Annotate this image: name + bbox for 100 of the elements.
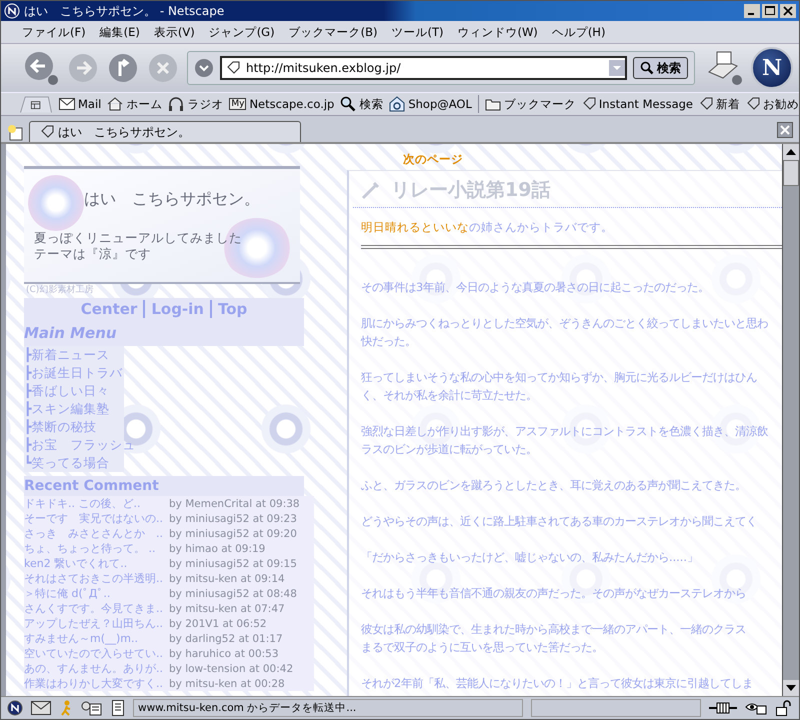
paragraph: どうやらその声は、近くに路上駐車されてある車のカーステレオから聞こえてく <box>361 514 758 530</box>
minimize-icon[interactable] <box>744 4 760 18</box>
comment-link[interactable]: ＞特に俺 d(ﾟДﾟ.. <box>24 586 169 601</box>
comment-link[interactable]: ドキドキ.. この後、ど.. <box>24 496 169 511</box>
scroll-down-icon[interactable] <box>783 680 799 696</box>
comment-link[interactable]: 空いていたので入らせてい.. <box>24 646 169 661</box>
address-field[interactable]: http://mitsuken.exblog.jp/ <box>220 56 627 80</box>
toolbar-link[interactable]: ブックマーク <box>484 96 576 112</box>
paragraph: ふと、ガラスのビンを蹴ろうとしたとき、耳に覚えのある声が聞こえてきた。 <box>361 478 747 494</box>
site-title: はい こちらサポセン。 <box>83 189 261 210</box>
comment-author: by miniusagi52 at 09:15 <box>169 558 297 570</box>
bookmark-tag-icon <box>40 125 54 139</box>
toolbar-link[interactable]: ラジオ <box>168 96 224 112</box>
envelope-icon <box>59 98 75 110</box>
comment-author: by mitsu-ken at 00:28 <box>169 678 285 690</box>
toolbar-link[interactable]: My Netscape.co.jp <box>229 97 334 111</box>
section-heading: Main Menu <box>24 324 118 342</box>
scroll-up-icon[interactable] <box>783 144 799 160</box>
menu-item[interactable]: 編集(E) <box>92 24 147 40</box>
comment-link[interactable]: すみません～m(__)m.. <box>24 631 169 646</box>
comment-link[interactable]: それはさておきこの半透明.. <box>24 571 169 586</box>
menu-item[interactable]: ブックマーク(B) <box>282 24 384 40</box>
nav-link[interactable]: Log-in <box>143 300 210 318</box>
comment-author: by miniusagi52 at 08:48 <box>169 588 297 600</box>
paragraph: それはもう半年も音信不通の親友の声だった。その声がなぜカーステレオから <box>361 586 747 602</box>
comment-author: by MemenCrital at 09:38 <box>169 498 300 510</box>
address-book-icon[interactable] <box>111 700 125 716</box>
browser-logo-icon[interactable] <box>7 700 23 716</box>
folder-icon <box>484 98 501 110</box>
comment-link[interactable]: さっき みさとさんとか .. <box>24 526 169 541</box>
reload-icon[interactable] <box>107 52 139 84</box>
scrollbar[interactable] <box>782 144 799 696</box>
menu-link[interactable]: ┣スキン編集塾 <box>24 400 124 418</box>
toolbar-link[interactable]: ホーム <box>107 96 162 112</box>
comment-link[interactable]: 作業はわりかし大変ですく.. <box>24 676 169 691</box>
toolbar-link[interactable]: Mail <box>59 97 102 111</box>
bookmark-tag-icon <box>582 97 596 111</box>
connection-icon <box>709 701 737 715</box>
bookmark-tag-icon <box>699 97 713 111</box>
menu-link[interactable]: ┣お誕生日トラバ <box>24 364 124 382</box>
comment-author: by mitsu-ken at 09:14 <box>169 572 285 584</box>
comment-author: by haruhico at 00:53 <box>169 648 279 660</box>
paragraph: 強烈な日差しが作り出す影が、アスファルトにコントラストを色濃く描き、清涼飲 ラスのビンが歩道に転がっていた。 <box>361 424 769 458</box>
netscape-logo[interactable]: N <box>751 47 793 89</box>
composer-icon[interactable] <box>81 700 103 716</box>
paragraph: それが2年前「私、芸能人になりたいの！」と言って彼女は東京に引越してしま <box>361 676 754 692</box>
menu-item[interactable]: ジャンプ(G) <box>202 24 282 40</box>
browser-tab[interactable]: はい こちらサポセン。 <box>29 121 301 142</box>
maximize-icon[interactable] <box>762 4 778 18</box>
back-icon[interactable] <box>23 50 59 86</box>
new-tab-icon[interactable] <box>7 124 25 142</box>
menu-item[interactable]: 表示(V) <box>146 24 202 40</box>
toolbar-link[interactable]: 新着 <box>699 96 740 112</box>
toolbar-link[interactable]: Instant Message <box>582 97 693 111</box>
padlock-icon <box>775 700 793 716</box>
toolbar-link[interactable]: Shop@AOL <box>389 96 472 112</box>
paragraph: 「だからさっきもいったけど、嘘じゃないの、私みたんだから.....」 <box>361 550 699 566</box>
menu-link[interactable]: ┣香ばしい日々 <box>24 382 124 400</box>
paragraph: その事件は3年前、今日のような真夏の暑さの日に起こったのだった。 <box>361 280 710 296</box>
menu-link[interactable]: ┗笑ってる場合 <box>24 454 124 472</box>
menu-item[interactable]: ツール(T) <box>384 24 450 40</box>
comment-author: by darling52 at 01:17 <box>169 632 283 644</box>
headphones-icon <box>168 97 184 111</box>
bookmark-tag-icon <box>746 97 760 111</box>
comment-author: by mitsu-ken at 07:47 <box>169 602 285 614</box>
comment-author: by 201V1 at 06:52 <box>169 618 267 630</box>
pencil-icon <box>361 180 381 200</box>
toolbar-link[interactable]: 検索 <box>340 96 384 112</box>
menu-link[interactable]: ┣お宝 フラッシュ <box>24 436 136 454</box>
envelope-icon[interactable] <box>31 701 51 715</box>
comment-link[interactable]: ちょ、ちょっと待って。 .. <box>24 541 169 556</box>
close-icon[interactable] <box>780 4 796 18</box>
paragraph: 肌にからみつくねっとりとした空気が、ぞうきんのごとく絞ってしまいたいと思わ 快だった。 <box>361 316 769 350</box>
trackback-link[interactable]: 明日晴れるといいな <box>361 220 469 234</box>
search-button[interactable]: 検索 <box>633 57 688 79</box>
scroll-thumb[interactable] <box>783 160 799 186</box>
menu-link[interactable]: ┣禁断の秘技 <box>24 418 124 436</box>
nav-link[interactable]: Top <box>210 300 254 318</box>
comment-link[interactable]: あの、すんません。ありが.. <box>24 661 169 676</box>
dropdown-icon[interactable] <box>194 58 214 78</box>
next-page-link[interactable]: 次のページ <box>403 152 463 167</box>
comment-link[interactable]: さんくすです。今見てきま.. <box>24 601 169 616</box>
house-icon <box>107 97 124 111</box>
browser-logo-icon <box>4 3 20 19</box>
intro-text: の姉さんからトラバです。 <box>469 220 613 234</box>
paragraph: 狂ってしまいそうな私の心中を知ってか知らずか、胸元に光るルビーだけはひん く、それが私を余計に苛立たせた。 <box>361 370 758 404</box>
menu-item[interactable]: ウィンドウ(W) <box>450 24 545 40</box>
article-title: リレー小説第19話 <box>391 178 550 203</box>
toolbar-link[interactable]: お勧め <box>746 96 799 112</box>
comment-link[interactable]: そーです 実兄ではないの.. <box>24 511 169 526</box>
comment-link[interactable]: ken2 繋いでくれて.. <box>24 556 169 571</box>
search-icon <box>340 96 356 112</box>
eye-icon <box>745 701 767 715</box>
nav-link[interactable]: Center <box>74 300 144 318</box>
comment-link[interactable]: アップしたぜえ？山田ちん.. <box>24 616 169 631</box>
search-icon <box>640 61 654 75</box>
menu-item[interactable]: ファイル(F) <box>15 24 93 40</box>
menu-item[interactable]: ヘルプ(H) <box>544 24 612 40</box>
close-tab-icon[interactable] <box>777 122 793 138</box>
menu-link[interactable]: ┣新着ニュース <box>24 346 124 364</box>
